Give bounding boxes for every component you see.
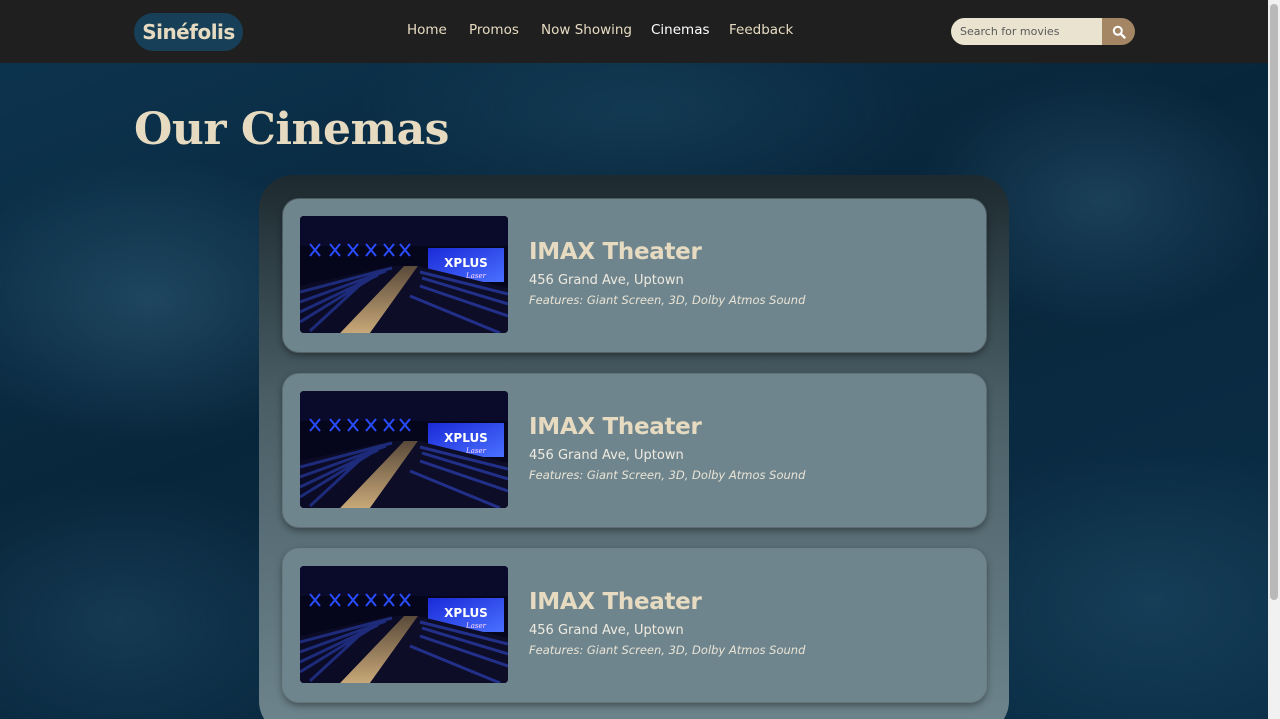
nav-feedback[interactable]: Feedback xyxy=(729,22,793,38)
search-box xyxy=(951,18,1135,45)
cinema-image: XPLUS Laser xyxy=(300,216,508,333)
search-button[interactable] xyxy=(1102,18,1135,45)
cinema-features: Features: Giant Screen, 3D, Dolby Atmos … xyxy=(529,468,806,482)
screen-brand-text: XPLUS xyxy=(444,431,488,445)
cinema-address: 456 Grand Ave, Uptown xyxy=(529,273,684,288)
cinema-address: 456 Grand Ave, Uptown xyxy=(529,448,684,463)
cinema-name: IMAX Theater xyxy=(529,414,702,440)
cinema-card[interactable]: XPLUS Laser IMAX Theater 456 Grand Ave, … xyxy=(283,549,986,702)
page-title: Our Cinemas xyxy=(134,104,449,155)
nav-home[interactable]: Home xyxy=(407,22,447,38)
cinema-image: XPLUS Laser xyxy=(300,391,508,508)
scrollbar-thumb[interactable] xyxy=(1270,4,1278,600)
cinema-name: IMAX Theater xyxy=(529,589,702,615)
cinema-features: Features: Giant Screen, 3D, Dolby Atmos … xyxy=(529,643,806,657)
page-scrollbar[interactable] xyxy=(1268,0,1280,719)
cinema-list: XPLUS Laser IMAX Theater 456 Grand Ave, … xyxy=(259,175,1009,719)
top-navbar: Sinéfolis Home Promos Now Showing Cinema… xyxy=(0,0,1280,63)
nav-promos[interactable]: Promos xyxy=(469,22,519,38)
screen-brand-text: XPLUS xyxy=(444,606,488,620)
nav-now-showing[interactable]: Now Showing xyxy=(541,22,632,38)
search-input[interactable] xyxy=(951,18,1102,45)
screen-brand-text: XPLUS xyxy=(444,256,488,270)
nav-cinemas[interactable]: Cinemas xyxy=(651,22,710,38)
cinema-card[interactable]: XPLUS Laser IMAX Theater 456 Grand Ave, … xyxy=(283,199,986,352)
search-icon xyxy=(1112,25,1126,39)
cinema-features: Features: Giant Screen, 3D, Dolby Atmos … xyxy=(529,293,806,307)
cinema-card[interactable]: XPLUS Laser IMAX Theater 456 Grand Ave, … xyxy=(283,374,986,527)
cinema-name: IMAX Theater xyxy=(529,239,702,265)
cinema-image: XPLUS Laser xyxy=(300,566,508,683)
cinema-address: 456 Grand Ave, Uptown xyxy=(529,623,684,638)
